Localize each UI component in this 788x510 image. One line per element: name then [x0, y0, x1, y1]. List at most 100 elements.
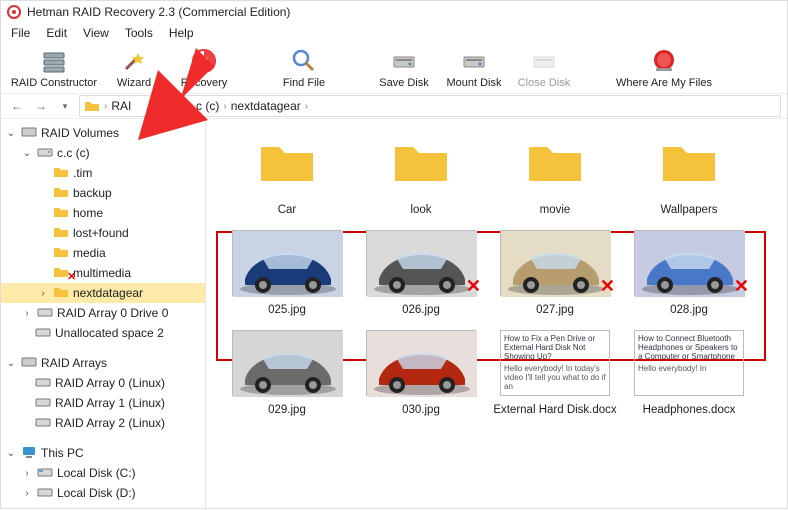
image-item[interactable]: ✕ 026.jpg: [354, 230, 488, 316]
document-item[interactable]: How to Fix a Pen Drive or External Hard …: [488, 330, 622, 416]
folder-icon: ✕: [53, 266, 69, 281]
breadcrumb-seg-2[interactable]: c.c (c): [187, 99, 220, 113]
breadcrumb-seg-3[interactable]: nextdatagear: [231, 99, 301, 113]
pc-icon: [21, 445, 37, 462]
folder-item[interactable]: look: [354, 129, 488, 216]
window-title: Hetman RAID Recovery 2.3 (Commercial Edi…: [27, 5, 290, 19]
where-are-my-files-button[interactable]: Where Are My Files: [609, 47, 719, 89]
breadcrumb-bar: ← → ▾ › RAI › c.c (c) › nextdatagear ›: [1, 93, 787, 119]
tree-raid-volumes[interactable]: ⌄ RAID Volumes: [1, 123, 205, 143]
file-label: 027.jpg: [536, 304, 574, 316]
breadcrumb-seg-1[interactable]: RAI: [111, 99, 131, 113]
tree-folder-nextdatagear[interactable]: ›nextdatagear: [1, 283, 205, 303]
file-label: Headphones.docx: [643, 404, 736, 416]
image-thumbnail: [366, 330, 476, 396]
recovery-button[interactable]: Recovery: [169, 47, 239, 89]
drive-icon: [37, 466, 53, 481]
drive-icon: [35, 326, 51, 341]
file-label: 025.jpg: [268, 304, 306, 316]
folder-tree: ⌄ RAID Volumes ⌄ c.c (c) .timbackuphomel…: [1, 119, 206, 510]
file-label: Car: [278, 204, 297, 216]
mount-disk-icon: [460, 47, 488, 75]
folder-item[interactable]: Wallpapers: [622, 129, 756, 216]
drive-icon: [37, 146, 53, 161]
folder-icon: [53, 186, 69, 201]
image-thumbnail: [232, 330, 342, 396]
folder-icon: [53, 286, 69, 301]
nav-forward-button[interactable]: →: [31, 96, 51, 116]
folder-icon: [53, 166, 69, 181]
title-bar: Hetman RAID Recovery 2.3 (Commercial Edi…: [1, 1, 787, 23]
tree-raid-a2[interactable]: RAID Array 2 (Linux): [1, 413, 205, 433]
folder-item[interactable]: movie: [488, 129, 622, 216]
deleted-mark-icon: ✕: [466, 276, 481, 297]
file-label: 028.jpg: [670, 304, 708, 316]
image-item[interactable]: 025.jpg: [220, 230, 354, 316]
wizard-button[interactable]: Wizard: [99, 47, 169, 89]
drive-icon: [35, 396, 51, 411]
tree-folder-home[interactable]: home: [1, 203, 205, 223]
where-are-my-files-icon: [650, 47, 678, 75]
nav-back-button[interactable]: ←: [7, 96, 27, 116]
image-item[interactable]: ✕ 028.jpg: [622, 230, 756, 316]
close-disk-button[interactable]: Close Disk: [509, 47, 579, 89]
drive-icon: [35, 416, 51, 431]
image-thumbnail: ✕: [366, 230, 476, 296]
breadcrumb[interactable]: › RAI › c.c (c) › nextdatagear ›: [79, 95, 781, 117]
tree-unallocated-2[interactable]: Unallocated space 2: [1, 323, 205, 343]
drive-icon: [37, 306, 53, 321]
tree-this-pc[interactable]: ⌄ This PC: [1, 443, 205, 463]
image-item[interactable]: 030.jpg: [354, 330, 488, 416]
tree-raid-a1[interactable]: RAID Array 1 (Linux): [1, 393, 205, 413]
tree-volume-cc[interactable]: ⌄ c.c (c): [1, 143, 205, 163]
nav-history-button[interactable]: ▾: [55, 96, 75, 116]
menu-view[interactable]: View: [75, 24, 117, 42]
deleted-mark-icon: ✕: [734, 276, 749, 297]
file-label: 029.jpg: [268, 404, 306, 416]
main-toolbar: RAID Constructor Wizard Recovery Find Fi…: [1, 43, 787, 93]
tree-raid-a0[interactable]: RAID Array 0 (Linux): [1, 373, 205, 393]
menu-edit[interactable]: Edit: [38, 24, 75, 42]
file-label: look: [410, 204, 431, 216]
recovery-icon: [190, 47, 218, 75]
mount-disk-button[interactable]: Mount Disk: [439, 47, 509, 89]
tree-folder-multimedia[interactable]: ✕multimedia: [1, 263, 205, 283]
hdd-icon: [21, 356, 37, 371]
menu-tools[interactable]: Tools: [117, 24, 161, 42]
folder-icon: [391, 129, 451, 196]
image-thumbnail: ✕: [500, 230, 610, 296]
drive-icon: [35, 376, 51, 391]
save-disk-button[interactable]: Save Disk: [369, 47, 439, 89]
tree-raid-array0-drive0[interactable]: › RAID Array 0 Drive 0: [1, 303, 205, 323]
image-item[interactable]: ✕ 027.jpg: [488, 230, 622, 316]
file-label: External Hard Disk.docx: [493, 404, 616, 416]
file-label: 030.jpg: [402, 404, 440, 416]
raid-constructor-button[interactable]: RAID Constructor: [9, 47, 99, 89]
app-icon: [7, 5, 21, 19]
close-disk-icon: [530, 47, 558, 75]
save-disk-icon: [390, 47, 418, 75]
find-file-icon: [290, 47, 318, 75]
tree-local-d[interactable]: ›Local Disk (D:): [1, 483, 205, 503]
folder-item[interactable]: Car: [220, 129, 354, 216]
document-item[interactable]: How to Connect Bluetooth Headphones or S…: [622, 330, 756, 416]
document-thumbnail: How to Connect Bluetooth Headphones or S…: [634, 330, 744, 396]
tree-folder-backup[interactable]: backup: [1, 183, 205, 203]
drive-icon: [37, 486, 53, 501]
folder-icon: [53, 246, 69, 261]
tree-folder-lostfound[interactable]: lost+found: [1, 223, 205, 243]
hdd-icon: [21, 126, 37, 141]
find-file-button[interactable]: Find File: [269, 47, 339, 89]
tree-local-c[interactable]: ›Local Disk (C:): [1, 463, 205, 483]
menu-file[interactable]: File: [3, 24, 38, 42]
image-item[interactable]: 029.jpg: [220, 330, 354, 416]
file-label: 026.jpg: [402, 304, 440, 316]
tree-folder-media[interactable]: media: [1, 243, 205, 263]
image-thumbnail: ✕: [634, 230, 744, 296]
tree-raid-arrays[interactable]: ⌄ RAID Arrays: [1, 353, 205, 373]
menu-help[interactable]: Help: [161, 24, 202, 42]
file-label: movie: [540, 204, 571, 216]
tree-folder-tim[interactable]: .tim: [1, 163, 205, 183]
folder-icon: [659, 129, 719, 196]
deleted-mark-icon: ✕: [600, 276, 615, 297]
